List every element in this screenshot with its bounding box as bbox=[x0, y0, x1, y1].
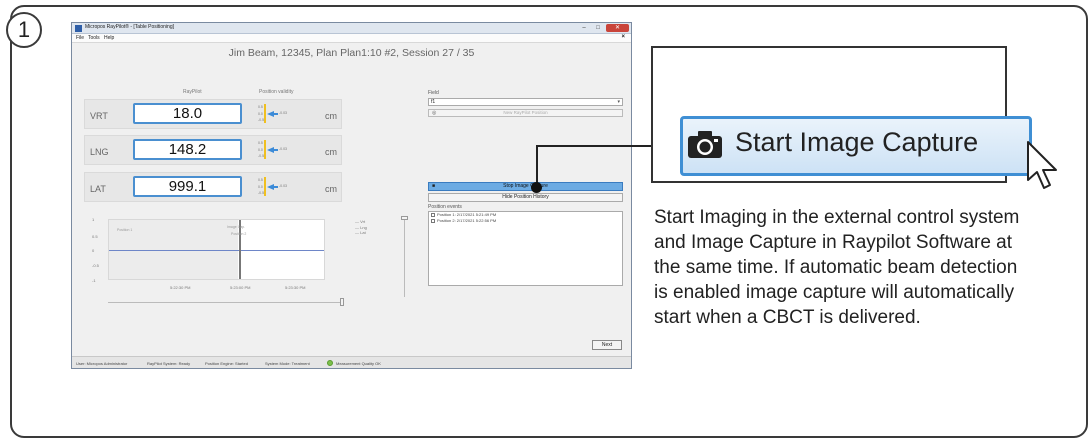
raypilot-column-header: RayPilot bbox=[183, 89, 202, 95]
status-quality: Measurement Quality OK bbox=[336, 361, 381, 366]
position-graph: Position 1 Image Cap. Position 2 bbox=[108, 219, 325, 280]
close-button[interactable]: ✕ bbox=[606, 24, 629, 32]
graph-y-tick: 1 bbox=[92, 217, 95, 222]
graph-y-tick: -0.5 bbox=[92, 263, 99, 268]
mouse-pointer-icon bbox=[1027, 141, 1057, 189]
maximize-button[interactable]: □ bbox=[591, 24, 605, 32]
camera-icon: ■ bbox=[432, 183, 436, 189]
checkbox[interactable] bbox=[431, 212, 435, 217]
status-user: User: Micropos Administrator bbox=[76, 361, 128, 366]
chevron-down-icon: ▾ bbox=[617, 99, 620, 105]
menu-file[interactable]: File bbox=[76, 35, 84, 41]
validity-indicator-lng: 0.5 0.0 -0.5 -0.03 bbox=[258, 140, 288, 159]
position-events-label: Position events bbox=[428, 204, 462, 210]
validity-indicator-lat: 0.5 0.0 -0.5 -0.03 bbox=[258, 177, 288, 196]
graph-x-tick: 5:23:00 PM bbox=[230, 285, 251, 290]
target-icon: ◎ bbox=[432, 110, 437, 116]
step-description: Start Imaging in the external control sy… bbox=[654, 207, 1020, 328]
time-slider-track bbox=[108, 302, 343, 303]
list-item[interactable]: Position 2: 2/17/2021 5:22:56 PM bbox=[429, 218, 622, 224]
field-select[interactable]: f1 ▾ bbox=[428, 98, 623, 106]
axis-label-vrt: VRT bbox=[90, 111, 108, 121]
validity-bar bbox=[264, 140, 266, 159]
status-bar: User: Micropos Administrator RayPilot Sy… bbox=[72, 356, 631, 368]
value-box-vrt: 18.0 bbox=[133, 103, 242, 124]
graph-x-tick: 5:22:30 PM bbox=[170, 285, 191, 290]
unit-vrt: cm bbox=[325, 111, 337, 121]
status-system: RayPilot System: Ready bbox=[147, 361, 191, 366]
validity-indicator-vrt: 0.5 0.0 -0.5 -0.03 bbox=[258, 104, 288, 123]
new-position-label: New RayPilot Position bbox=[503, 110, 548, 115]
graph-series-line bbox=[109, 250, 324, 251]
step-number: 1 bbox=[6, 12, 42, 48]
validity-bar bbox=[264, 104, 266, 123]
value-box-lat: 999.1 bbox=[133, 176, 242, 197]
validity-value: -0.03 bbox=[279, 111, 287, 115]
graph-label-image-capture: Image Cap. bbox=[227, 225, 246, 229]
checkbox[interactable] bbox=[431, 218, 435, 223]
window-title: Micropos RayPilot® - [Table Positioning] bbox=[85, 24, 174, 30]
hide-position-history-button[interactable]: Hide Position History bbox=[428, 193, 623, 202]
next-button[interactable]: Next bbox=[592, 340, 622, 350]
status-mode: System Mode: Treatment bbox=[265, 361, 310, 366]
menu-bar: File Tools Help × bbox=[72, 34, 631, 43]
graph-y-tick: -1 bbox=[92, 278, 96, 283]
validity-pointer-line bbox=[273, 186, 278, 188]
graph-y-tick: 0.5 bbox=[92, 234, 98, 239]
unit-lng: cm bbox=[325, 147, 337, 157]
vertical-slider-track bbox=[404, 219, 405, 297]
validity-value: -0.03 bbox=[279, 147, 287, 151]
title-bar: Micropos RayPilot® - [Table Positioning]… bbox=[72, 23, 631, 34]
callout-connector-dot bbox=[531, 182, 542, 193]
validity-column-header: Position validity bbox=[259, 89, 294, 95]
vertical-slider-handle[interactable] bbox=[401, 216, 408, 220]
validity-pointer-line bbox=[273, 149, 278, 151]
graph-x-tick: 5:23:30 PM bbox=[285, 285, 306, 290]
app-icon bbox=[75, 25, 82, 32]
start-image-capture-label: Start Image Capture bbox=[735, 127, 979, 157]
validity-value: -0.03 bbox=[279, 184, 287, 188]
legend-item-lat: — Lat bbox=[355, 230, 366, 235]
app-window: Micropos RayPilot® - [Table Positioning]… bbox=[71, 22, 632, 369]
callout-connector-line bbox=[536, 145, 538, 186]
graph-y-tick: 0 bbox=[92, 248, 95, 253]
camera-icon bbox=[688, 131, 722, 158]
validity-bar bbox=[264, 177, 266, 196]
menu-close-icon[interactable]: × bbox=[621, 34, 625, 40]
value-box-lng: 148.2 bbox=[133, 139, 242, 160]
stop-image-capture-button[interactable]: ■ Stop Image Capture bbox=[428, 182, 623, 191]
new-raypilot-position-button[interactable]: ◎ New RayPilot Position bbox=[428, 109, 623, 117]
graph-legend: — Vrt — Lng — Lat bbox=[355, 219, 367, 236]
unit-lat: cm bbox=[325, 184, 337, 194]
menu-help[interactable]: Help bbox=[104, 35, 114, 41]
menu-tools[interactable]: Tools bbox=[88, 35, 100, 41]
graph-label-position-2: Position 2 bbox=[231, 232, 247, 236]
minimize-button[interactable]: – bbox=[577, 24, 591, 32]
axis-label-lat: LAT bbox=[90, 184, 106, 194]
status-engine: Position Engine: Started bbox=[205, 361, 248, 366]
session-title: Jim Beam, 12345, Plan Plan1:10 #2, Sessi… bbox=[228, 47, 475, 59]
validity-pointer-line bbox=[273, 113, 278, 115]
position-events-list: Position 1: 2/17/2021 5:21:49 PM Positio… bbox=[428, 211, 623, 286]
time-slider-handle[interactable] bbox=[340, 298, 344, 306]
field-select-value: f1 bbox=[431, 99, 436, 105]
axis-label-lng: LNG bbox=[90, 147, 109, 157]
field-label: Field bbox=[428, 90, 439, 96]
graph-label-position-1: Position 1 bbox=[117, 228, 133, 232]
callout-connector-line bbox=[536, 145, 651, 147]
status-ok-icon bbox=[327, 360, 333, 366]
